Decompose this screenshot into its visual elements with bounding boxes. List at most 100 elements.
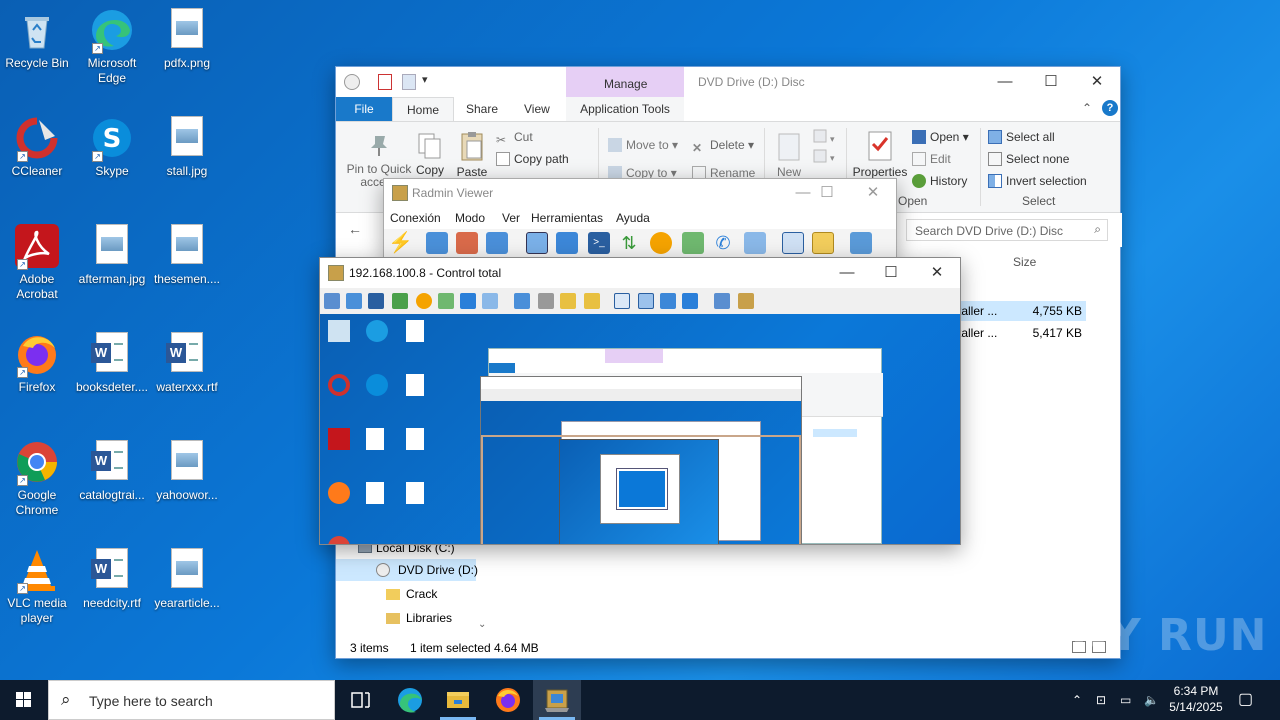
close-button[interactable]: ✕ xyxy=(1074,67,1120,97)
delete-connection-icon[interactable] xyxy=(456,232,478,254)
start-button[interactable] xyxy=(0,680,48,720)
telnet-icon[interactable]: >_ xyxy=(588,232,610,254)
menu-ver[interactable]: Ver xyxy=(502,211,520,225)
new-item-button[interactable]: ▾ ▾ xyxy=(812,128,840,171)
delete-button[interactable]: ✕ Delete ▾ xyxy=(692,138,754,155)
new-folder-button[interactable]: New xyxy=(772,132,806,179)
desktop-icon-vlc[interactable]: ↗ VLC media player xyxy=(0,542,76,626)
desktop-icon-waterxxx[interactable]: W waterxxx.rtf xyxy=(148,326,226,395)
cut-button[interactable]: ✂ Cut xyxy=(496,130,533,147)
desktop-icon-yahoowor[interactable]: yahoowor... xyxy=(148,434,226,503)
radmin-close-button[interactable]: ✕ xyxy=(850,178,896,208)
clipboard-sync-icon[interactable] xyxy=(714,293,730,309)
tab-file[interactable]: File xyxy=(336,97,392,121)
large-icons-icon[interactable] xyxy=(782,232,804,254)
desktop-icon-needcity[interactable]: W needcity.rtf xyxy=(73,542,151,611)
history-button[interactable]: History xyxy=(912,174,967,188)
file-transfer-icon[interactable] xyxy=(392,293,408,309)
add-connection-icon[interactable] xyxy=(426,232,448,254)
send-ctrl-alt-del-icon[interactable] xyxy=(514,293,530,309)
desktop-icon-thesemen[interactable]: thesemen.... xyxy=(148,218,226,287)
manage-tab[interactable]: Manage xyxy=(604,77,647,91)
open-button[interactable]: Open ▾ xyxy=(912,130,969,144)
shutdown-icon[interactable] xyxy=(650,232,672,254)
desktop-icon-booksdeter[interactable]: W booksdeter.... xyxy=(73,326,151,395)
taskbar-firefox-button[interactable] xyxy=(484,680,532,720)
send-message-icon[interactable] xyxy=(482,293,498,309)
full-control-icon[interactable] xyxy=(324,293,340,309)
collapse-ribbon-icon[interactable]: ⌃ xyxy=(1082,101,1092,115)
unlock-icon[interactable] xyxy=(584,293,600,309)
control-minimize-button[interactable]: — xyxy=(824,258,870,288)
control-maximize-button[interactable]: ☐ xyxy=(868,258,914,288)
control-close-button[interactable]: ✕ xyxy=(914,258,960,288)
task-view-button[interactable] xyxy=(336,680,384,720)
remote-desktop-view[interactable] xyxy=(320,314,960,544)
nav-item-dvd-drive[interactable]: DVD Drive (D:) xyxy=(336,559,478,581)
show-hidden-icons[interactable]: ⌃ xyxy=(1072,680,1082,720)
taskbar-search-box[interactable]: ⌕ Type here to search xyxy=(48,680,335,720)
tab-view[interactable]: View xyxy=(510,97,564,121)
paste-button[interactable]: Paste xyxy=(454,130,490,179)
fullscreen-icon[interactable] xyxy=(660,293,676,309)
desktop-icon-skype[interactable]: S ↗ Skype xyxy=(73,110,151,179)
desktop-icon-adobe-acrobat[interactable]: ↗ Adobe Acrobat xyxy=(0,218,76,302)
desktop-icon-recycle-bin[interactable]: Recycle Bin xyxy=(0,2,76,71)
taskbar-search-input[interactable]: Type here to search xyxy=(89,693,213,709)
column-header-size[interactable]: Size xyxy=(1013,255,1036,269)
properties-button[interactable]: Properties xyxy=(852,130,908,179)
normal-mode-icon[interactable] xyxy=(614,293,630,309)
chat-icon[interactable] xyxy=(682,232,704,254)
notifications-icon[interactable]: ▢ xyxy=(1238,680,1253,720)
desktop-icon-ccleaner[interactable]: ↗ CCleaner xyxy=(0,110,76,179)
radmin-maximize-button[interactable]: ☐ xyxy=(804,178,850,208)
taskbar-radmin-button[interactable] xyxy=(533,680,581,720)
connect-lightning-icon[interactable]: ⚡ xyxy=(388,232,413,254)
properties-quick-icon[interactable] xyxy=(378,74,392,90)
connection-properties-icon[interactable] xyxy=(486,232,508,254)
taskbar-edge-button[interactable] xyxy=(386,680,434,720)
taskbar-file-explorer-button[interactable] xyxy=(434,680,482,720)
folder-view-icon[interactable] xyxy=(812,232,834,254)
minimize-button[interactable]: — xyxy=(982,67,1028,97)
desktop-icon-yeararticle[interactable]: yeararticle... xyxy=(148,542,226,611)
move-to-button[interactable]: Move to ▾ xyxy=(608,138,678,152)
settings-tools-icon[interactable] xyxy=(738,293,754,309)
file-transfer-icon[interactable]: ⇅ xyxy=(618,232,640,254)
menu-ayuda[interactable]: Ayuda xyxy=(616,211,650,225)
desktop-icon-microsoft-edge[interactable]: ↗ Microsoft Edge xyxy=(73,2,151,86)
menu-modo[interactable]: Modo xyxy=(455,211,485,225)
new-folder-quick-icon[interactable] xyxy=(402,74,416,90)
edit-button[interactable]: Edit xyxy=(912,152,951,166)
scan-network-icon[interactable] xyxy=(850,232,872,254)
lock-icon[interactable] xyxy=(560,293,576,309)
chat-icon[interactable] xyxy=(438,293,454,309)
network-icon[interactable] xyxy=(538,293,554,309)
copy-path-button[interactable]: Copy path xyxy=(496,152,569,166)
invert-selection-button[interactable]: Invert selection xyxy=(988,174,1087,188)
scroll-down-icon[interactable]: ⌄ xyxy=(478,619,486,630)
select-all-button[interactable]: Select all xyxy=(988,130,1055,144)
tab-share[interactable]: Share xyxy=(452,97,512,121)
desktop-icon-catalogtrai[interactable]: W catalogtrai... xyxy=(73,434,151,503)
maximize-button[interactable]: ☐ xyxy=(1028,67,1074,97)
send-message-icon[interactable] xyxy=(744,232,766,254)
help-icon[interactable]: ? xyxy=(1102,100,1118,116)
telnet-icon[interactable] xyxy=(368,293,384,309)
network-icon[interactable]: ▭ xyxy=(1120,680,1131,720)
shutdown-icon[interactable] xyxy=(416,293,432,309)
search-box[interactable]: Search DVD Drive (D:) Disc ⌕ xyxy=(906,219,1108,241)
table-row[interactable]: taller ... 5,417 KB xyxy=(952,323,1086,343)
menu-conexion[interactable]: Conexión xyxy=(390,211,441,225)
menu-herramientas[interactable]: Herramientas xyxy=(531,211,603,225)
desktop-icon-stall[interactable]: stall.jpg xyxy=(148,110,226,179)
scale-mode-icon[interactable] xyxy=(638,293,654,309)
full-control-icon[interactable] xyxy=(526,232,548,254)
desktop-icon-pdfx[interactable]: pdfx.png xyxy=(148,2,226,71)
desktop-icon-firefox[interactable]: ↗ Firefox xyxy=(0,326,76,395)
back-arrow-icon[interactable]: ← xyxy=(348,221,362,237)
table-row[interactable]: taller ... 4,755 KB xyxy=(952,301,1086,321)
search-input[interactable]: Search DVD Drive (D:) Disc xyxy=(915,224,1063,238)
volume-icon[interactable]: 🔈 xyxy=(1144,680,1159,720)
view-only-icon[interactable] xyxy=(556,232,578,254)
